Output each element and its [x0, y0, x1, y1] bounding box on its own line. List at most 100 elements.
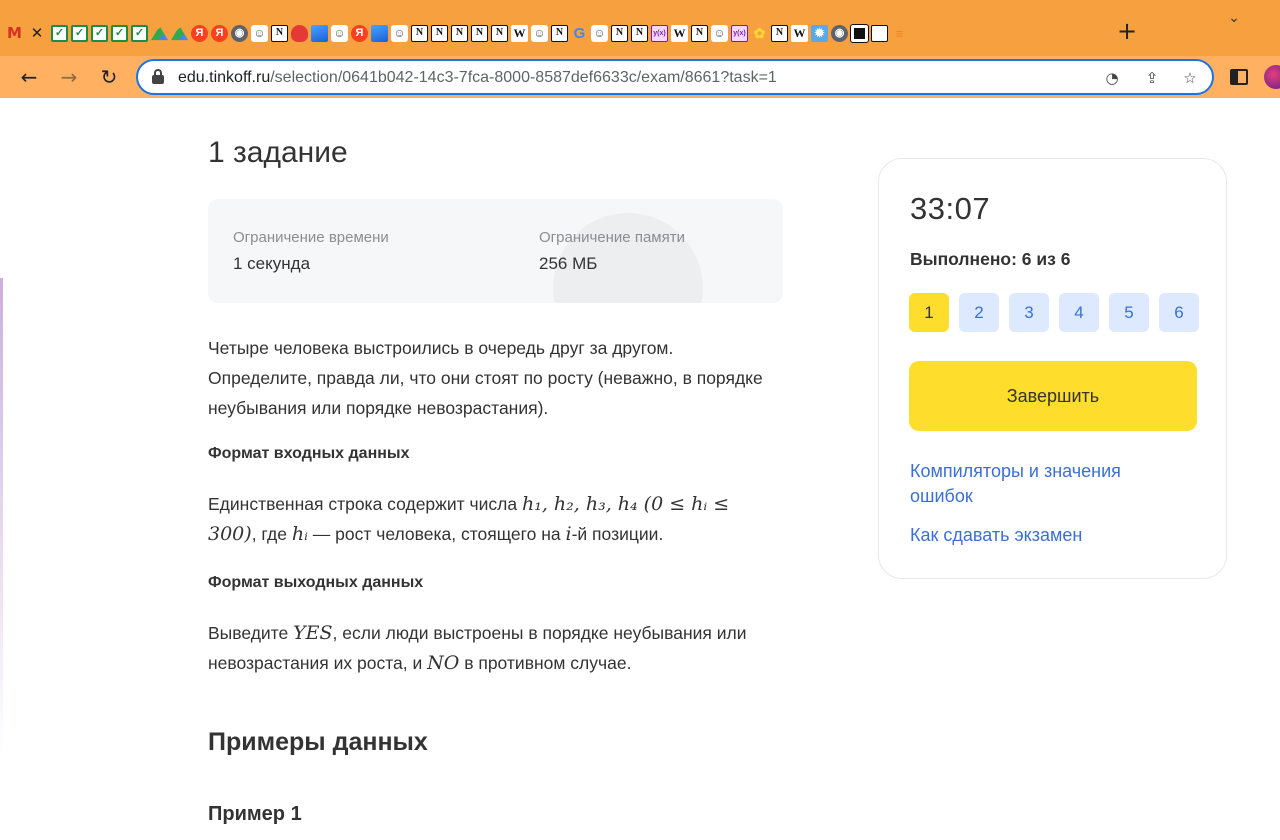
decorative-edge — [0, 278, 3, 758]
task-title: 1 задание — [208, 136, 348, 169]
input-text-part: -й позиции. — [571, 524, 664, 544]
output-text-part: Выведите — [208, 623, 294, 643]
stackoverflow-icon[interactable]: ≡ — [891, 25, 908, 42]
input-format-heading: Формат входных данных — [208, 445, 410, 462]
task-button-3[interactable]: 3 — [1009, 293, 1049, 332]
avatar-icon[interactable]: ☺ — [331, 24, 348, 42]
blue-image-icon[interactable] — [371, 24, 388, 42]
task-button-6[interactable]: 6 — [1159, 293, 1199, 332]
wikipedia-icon[interactable]: W — [791, 24, 808, 42]
memory-limit: Ограничение памяти 256 МБ — [539, 229, 685, 274]
url-text[interactable]: edu.tinkoff.ru/selection/0641b042-14c3-7… — [178, 69, 777, 87]
time-limit-label: Ограничение времени — [233, 229, 389, 246]
task-button-5[interactable]: 5 — [1109, 293, 1149, 332]
output-text-part: в противном случае. — [459, 653, 632, 673]
tab-strip: M ✕ ✓ ✓ ✓ ✓ ✓ Я Я ◉ ☺ N ☺ Я ☺ N N N N N W ☺ N G ☺ N Ny(x) W N ☺ y(x) ✿ N… — [0, 0, 1280, 56]
input-math-hi: hᵢ — [291, 523, 308, 545]
checkbox-icon[interactable]: ✓ — [71, 24, 88, 42]
yandex-icon[interactable]: Я — [191, 24, 208, 42]
task-button-2[interactable]: 2 — [959, 293, 999, 332]
yx-icon[interactable]: y(x) — [731, 24, 748, 42]
output-format-text: Выведите YES, если люди выстроены в поря… — [208, 618, 768, 678]
task-navigation: 123456 — [909, 293, 1199, 332]
avatar-icon[interactable]: ☺ — [711, 24, 728, 42]
how-to-exam-link[interactable]: Как сдавать экзамен — [910, 523, 1180, 548]
checkbox-icon[interactable]: ✓ — [91, 24, 108, 42]
time-limit: Ограничение времени 1 секунда — [233, 229, 389, 274]
lock-icon[interactable] — [152, 69, 164, 85]
notion-icon[interactable]: N — [611, 24, 628, 42]
task-button-4[interactable]: 4 — [1059, 293, 1099, 332]
checkbox-icon[interactable]: ✓ — [51, 24, 68, 42]
drive-icon[interactable] — [171, 25, 188, 41]
yandex-icon[interactable]: Я — [211, 24, 228, 42]
notion-icon[interactable]: N — [271, 24, 288, 42]
performance-icon[interactable]: ◔ — [1100, 66, 1124, 90]
examples-title: Примеры данных — [208, 728, 428, 756]
url-host: edu.tinkoff.ru — [178, 69, 271, 86]
drive-icon[interactable] — [151, 25, 168, 41]
avatar-icon[interactable]: ☺ — [531, 24, 548, 42]
tab-list: M ✕ ✓ ✓ ✓ ✓ ✓ Я Я ◉ ☺ N ☺ Я ☺ N N N N N W ☺ N G ☺ N Ny(x) W N ☺ y(x) ✿ N… — [6, 18, 908, 48]
page-content: 1 задание Ограничение времени 1 секунда … — [0, 98, 1280, 840]
time-limit-value: 1 секунда — [233, 254, 311, 273]
square-icon[interactable] — [871, 24, 888, 42]
finish-button[interactable]: Завершить — [909, 361, 1197, 431]
checkbox-icon[interactable]: ✓ — [131, 24, 148, 42]
output-math-yes: YES — [293, 622, 333, 644]
example-1-title: Пример 1 — [208, 803, 302, 825]
notion-icon[interactable]: N — [491, 24, 508, 42]
notion-icon[interactable]: N — [431, 24, 448, 42]
exam-sidebar-card: 33:07 Выполнено: 6 из 6 123456 Завершить… — [878, 158, 1227, 579]
yx-icon[interactable]: y(x) — [651, 24, 668, 42]
profile-avatar[interactable] — [1264, 65, 1280, 89]
wikipedia-icon[interactable]: W — [671, 24, 688, 42]
input-text-part: — рост человека, стоящего на — [307, 524, 566, 544]
new-tab-button[interactable]: + — [1113, 18, 1141, 46]
flower-icon[interactable]: ✿ — [751, 25, 768, 42]
notion-icon[interactable]: N — [631, 24, 648, 42]
bookmark-star-icon[interactable]: ☆ — [1178, 66, 1202, 90]
avatar-icon[interactable]: ☺ — [591, 24, 608, 42]
back-button[interactable]: ← — [12, 60, 46, 94]
yandex-icon[interactable]: Я — [351, 24, 368, 42]
notion-icon[interactable]: N — [551, 24, 568, 42]
forward-button[interactable]: → — [52, 60, 86, 94]
side-panel-icon[interactable] — [1230, 69, 1248, 85]
limits-panel: Ограничение времени 1 секунда Ограничени… — [208, 199, 783, 303]
notion-icon[interactable]: N — [411, 24, 428, 42]
checkbox-icon[interactable]: ✓ — [111, 24, 128, 42]
gmail-icon[interactable]: M — [6, 25, 23, 42]
blue-image-icon[interactable] — [311, 24, 328, 42]
input-format-text: Единственная строка содержит числа h₁, h… — [208, 489, 768, 549]
address-bar[interactable]: edu.tinkoff.ru/selection/0641b042-14c3-7… — [136, 59, 1214, 95]
compilers-link[interactable]: Компиляторы и значения ошибок — [910, 459, 1180, 509]
input-text-part: Единственная строка содержит числа — [208, 494, 522, 514]
tab-search-button[interactable]: ⌄ — [1224, 10, 1244, 30]
reload-button[interactable]: ↻ — [92, 60, 126, 94]
wikipedia-icon[interactable]: W — [511, 24, 528, 42]
red-blob-icon[interactable] — [291, 24, 308, 42]
memory-limit-value: 256 МБ — [539, 254, 598, 273]
exam-timer: 33:07 — [910, 191, 991, 226]
notion-icon[interactable]: N — [451, 24, 468, 42]
black-square-icon[interactable] — [850, 23, 869, 43]
notion-icon[interactable]: N — [691, 24, 708, 42]
share-icon[interactable]: ⇪ — [1140, 66, 1164, 90]
avatar-icon[interactable]: ☺ — [391, 24, 408, 42]
google-icon[interactable]: G — [571, 25, 588, 42]
globe-icon[interactable]: ◉ — [831, 24, 848, 42]
notion-icon[interactable]: N — [771, 24, 788, 42]
output-format-heading: Формат выходных данных — [208, 574, 424, 591]
url-path: /selection/0641b042-14c3-7fca-8000-8587d… — [270, 69, 777, 86]
avatar-icon[interactable]: ☺ — [251, 24, 268, 42]
gear-icon[interactable]: ✹ — [811, 24, 828, 42]
close-icon[interactable]: ✕ — [26, 25, 48, 42]
progress-text: Выполнено: 6 из 6 — [910, 249, 1071, 269]
notion-icon[interactable]: N — [471, 24, 488, 42]
globe-icon[interactable]: ◉ — [231, 24, 248, 42]
output-math-no: NO — [427, 652, 460, 674]
task-button-1[interactable]: 1 — [909, 293, 949, 332]
input-text-part: , где — [251, 524, 292, 544]
memory-limit-label: Ограничение памяти — [539, 229, 685, 246]
